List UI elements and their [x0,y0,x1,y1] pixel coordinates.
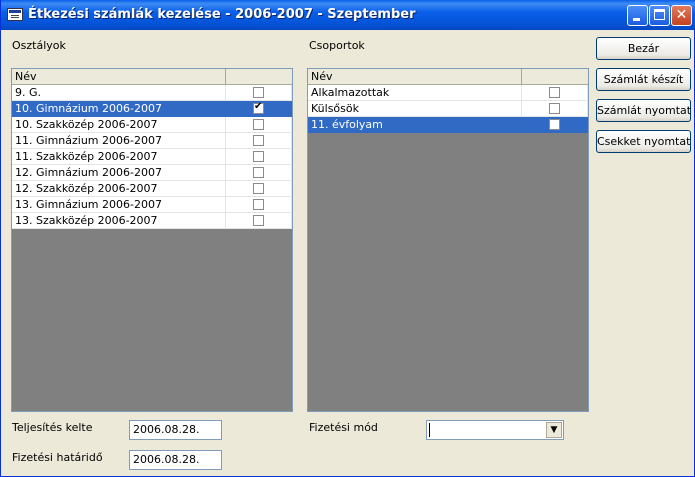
class-row[interactable]: 11. Gimnázium 2006-2007 [12,133,292,149]
class-row-checkbox[interactable] [253,87,264,98]
classes-label: Osztályok [12,39,66,52]
class-row-checkbox[interactable] [253,167,264,178]
class-row-checkbox[interactable] [253,183,264,194]
class-row-name: 13. Szakközép 2006-2007 [12,213,226,229]
class-row[interactable]: 12. Gimnázium 2006-2007 [12,165,292,181]
classes-grid-header: Név [12,69,292,85]
class-row-checkbox[interactable] [253,199,264,210]
print-invoice-button[interactable]: Számlát nyomtat [596,99,691,122]
class-row-name: 11. Szakközép 2006-2007 [12,149,226,165]
completion-date-label: Teljesítés kelte [12,421,93,434]
class-row-name: 13. Gimnázium 2006-2007 [12,197,226,213]
class-row[interactable]: 13. Szakközép 2006-2007 [12,213,292,229]
class-row[interactable]: 10. Szakközép 2006-2007 [12,117,292,133]
maximize-icon [654,9,665,20]
class-row-check-cell [226,165,292,181]
classes-grid[interactable]: Név 9. G.10. Gimnázium 2006-200710. Szak… [11,68,293,412]
class-row-name: 10. Gimnázium 2006-2007 [12,101,226,117]
group-row-check-cell [522,85,588,101]
groups-label: Csoportok [309,39,365,52]
window-title: Étkezési számlák kezelése - 2006-2007 - … [28,7,416,22]
classes-check-column-header[interactable] [226,69,292,85]
class-row[interactable]: 13. Gimnázium 2006-2007 [12,197,292,213]
groups-grid[interactable]: Név Alkalmazottak Külsősök 11. évfolyam [307,68,589,412]
create-invoice-button[interactable]: Számlát készít [596,68,691,91]
groups-grid-header: Név [308,69,588,85]
class-row[interactable]: 12. Szakközép 2006-2007 [12,181,292,197]
class-row-checkbox[interactable] [253,215,264,226]
group-row[interactable]: Külsősök [308,101,588,117]
group-row-name: Külsősök [308,101,522,117]
class-row-name: 9. G. [12,85,226,101]
completion-date-field[interactable]: 2006.08.28. [129,420,222,440]
group-row[interactable]: 11. évfolyam [308,117,588,133]
group-row-check-cell [522,101,588,117]
payment-method-select[interactable]: ▼ [426,420,564,440]
app-icon [7,8,23,21]
minimize-icon [633,18,640,21]
class-row-checkbox[interactable] [253,119,264,130]
group-row-name: 11. évfolyam [308,117,522,133]
payment-deadline-label: Fizetési határidő [12,451,103,464]
group-row[interactable]: Alkalmazottak [308,85,588,101]
minimize-button[interactable] [627,5,648,26]
main-window: Étkezési számlák kezelése - 2006-2007 - … [0,0,695,477]
class-row-check-cell [226,181,292,197]
class-row-check-cell [226,133,292,149]
class-row-check-cell [226,117,292,133]
close-window-button[interactable]: ✕ [671,5,692,26]
class-row-name: 11. Gimnázium 2006-2007 [12,133,226,149]
group-row-checkbox[interactable] [549,87,560,98]
group-row-name: Alkalmazottak [308,85,522,101]
class-row[interactable]: 11. Szakközép 2006-2007 [12,149,292,165]
class-row-checkbox[interactable] [253,101,264,114]
class-row-name: 12. Szakközép 2006-2007 [12,181,226,197]
print-checks-button[interactable]: Csekket nyomtat [596,130,691,153]
class-row-check-cell [226,101,292,117]
classes-name-column-header[interactable]: Név [12,69,226,85]
group-row-checkbox[interactable] [549,103,560,114]
payment-deadline-field[interactable]: 2006.08.28. [129,450,222,470]
group-row-check-cell [522,117,588,133]
close-icon: ✕ [675,7,688,23]
close-button[interactable]: Bezár [596,37,691,60]
chevron-down-icon[interactable]: ▼ [546,422,562,438]
class-row-name: 10. Szakközép 2006-2007 [12,117,226,133]
groups-check-column-header[interactable] [522,69,588,85]
class-row-check-cell [226,213,292,229]
class-row-check-cell [226,85,292,101]
payment-method-label: Fizetési mód [309,421,378,434]
class-row-checkbox[interactable] [253,135,264,146]
group-row-checkbox[interactable] [549,119,560,130]
groups-name-column-header[interactable]: Név [308,69,522,85]
maximize-button[interactable] [649,5,670,26]
title-bar[interactable]: Étkezési számlák kezelése - 2006-2007 - … [1,0,695,30]
text-caret [429,423,430,437]
class-row[interactable]: 10. Gimnázium 2006-2007 [12,101,292,117]
class-row-name: 12. Gimnázium 2006-2007 [12,165,226,181]
class-row-checkbox[interactable] [253,151,264,162]
class-row-check-cell [226,149,292,165]
class-row-check-cell [226,197,292,213]
class-row[interactable]: 9. G. [12,85,292,101]
